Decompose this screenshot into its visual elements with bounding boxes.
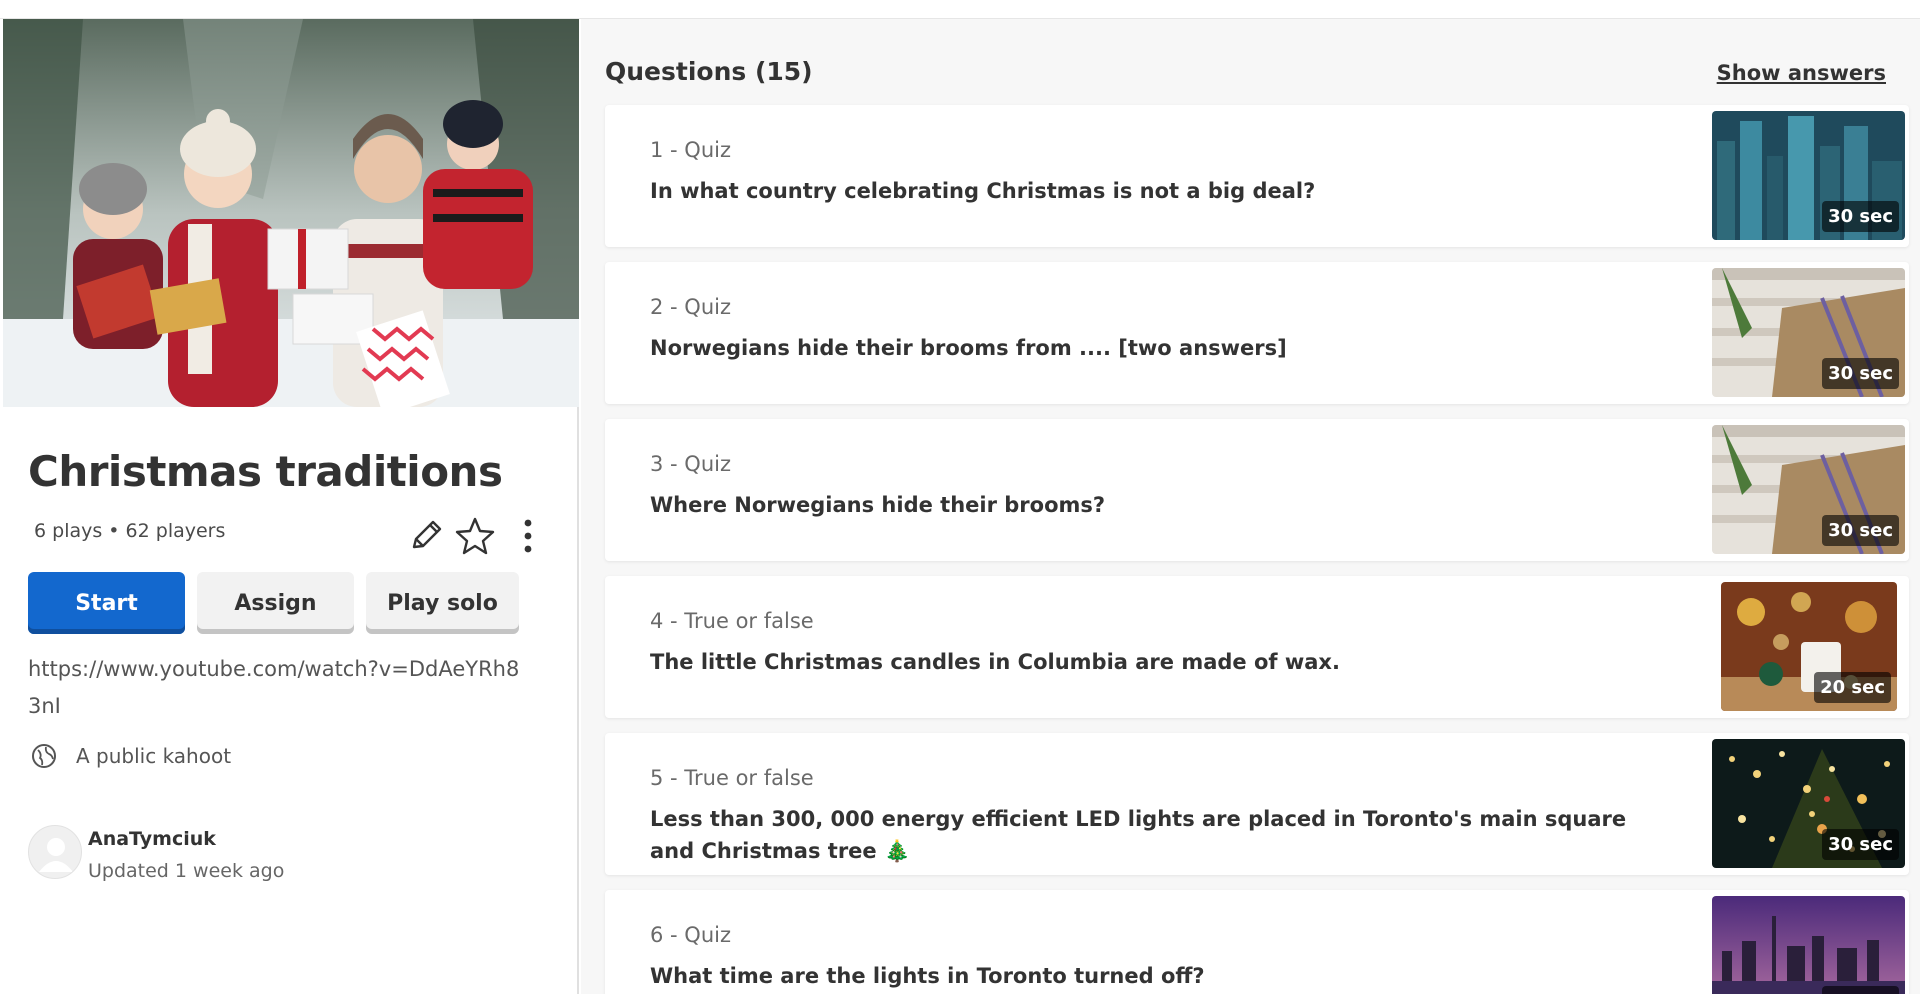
question-type: 5 - True or false — [650, 766, 814, 790]
questions-header: Questions (15) — [605, 57, 813, 86]
star-icon[interactable] — [454, 515, 496, 557]
questions-panel: Questions (15) Show answers 1 - Quiz In … — [581, 19, 1920, 994]
cover-image — [3, 19, 579, 407]
question-card[interactable]: 2 - Quiz Norwegians hide their brooms fr… — [605, 262, 1909, 404]
play-stats: 6 plays • 62 players — [34, 520, 226, 542]
updated-time: Updated 1 week ago — [88, 860, 285, 882]
question-text: Norwegians hide their brooms from .... [… — [650, 336, 1287, 360]
question-type: 1 - Quiz — [650, 138, 731, 162]
time-limit-badge: 20 sec — [1814, 672, 1891, 703]
kahoot-description: https://www.youtube.com/watch?v=DdAeYRh8… — [28, 657, 520, 718]
question-thumbnail: 30 sec — [1712, 268, 1905, 397]
time-limit-badge: 30 sec — [1822, 829, 1899, 860]
top-bar — [0, 0, 1920, 19]
author-name[interactable]: AnaTymciuk — [88, 828, 216, 850]
question-thumbnail: 30 sec — [1712, 111, 1905, 240]
time-limit-badge: 30 sec — [1822, 358, 1899, 389]
question-text: The little Christmas candles in Columbia… — [650, 650, 1340, 674]
question-card[interactable]: 6 - Quiz What time are the lights in Tor… — [605, 890, 1909, 994]
globe-icon — [32, 744, 56, 768]
visibility-label: A public kahoot — [76, 744, 232, 768]
assign-button[interactable]: Assign — [197, 572, 354, 634]
kahoot-title: Christmas traditions — [28, 447, 503, 496]
question-text: Less than 300, 000 energy efficient LED … — [650, 807, 1627, 863]
kahoot-details-panel: Christmas traditions 6 plays • 62 player… — [0, 19, 579, 994]
play-solo-button[interactable]: Play solo — [366, 572, 519, 634]
avatar[interactable] — [28, 825, 82, 879]
question-thumbnail: 30 sec — [1712, 739, 1905, 868]
question-card[interactable]: 4 - True or false The little Christmas c… — [605, 576, 1909, 718]
time-limit-badge: 30 sec — [1822, 515, 1899, 546]
question-text: Where Norwegians hide their brooms? — [650, 493, 1106, 517]
question-type: 6 - Quiz — [650, 923, 731, 947]
time-limit-badge: 30 sec — [1822, 201, 1899, 232]
start-button[interactable]: Start — [28, 572, 185, 634]
more-options-icon[interactable] — [507, 515, 549, 557]
question-type: 4 - True or false — [650, 609, 814, 633]
question-thumbnail: 30 sec — [1712, 425, 1905, 554]
question-type: 3 - Quiz — [650, 452, 731, 476]
question-card[interactable]: 1 - Quiz In what country celebrating Chr… — [605, 105, 1909, 247]
visibility-row: A public kahoot — [30, 742, 231, 770]
question-type: 2 - Quiz — [650, 295, 731, 319]
question-card[interactable]: 5 - True or false Less than 300, 000 ene… — [605, 733, 1909, 875]
question-text: What time are the lights in Toronto turn… — [650, 964, 1205, 988]
time-limit-badge: 30 sec — [1822, 986, 1899, 994]
show-answers-link[interactable]: Show answers — [1717, 61, 1886, 85]
question-thumbnail: 30 sec — [1712, 896, 1905, 994]
question-thumbnail: 20 sec — [1721, 582, 1897, 711]
question-card[interactable]: 3 - Quiz Where Norwegians hide their bro… — [605, 419, 1909, 561]
question-text: In what country celebrating Christmas is… — [650, 179, 1316, 203]
edit-icon[interactable] — [405, 515, 447, 557]
